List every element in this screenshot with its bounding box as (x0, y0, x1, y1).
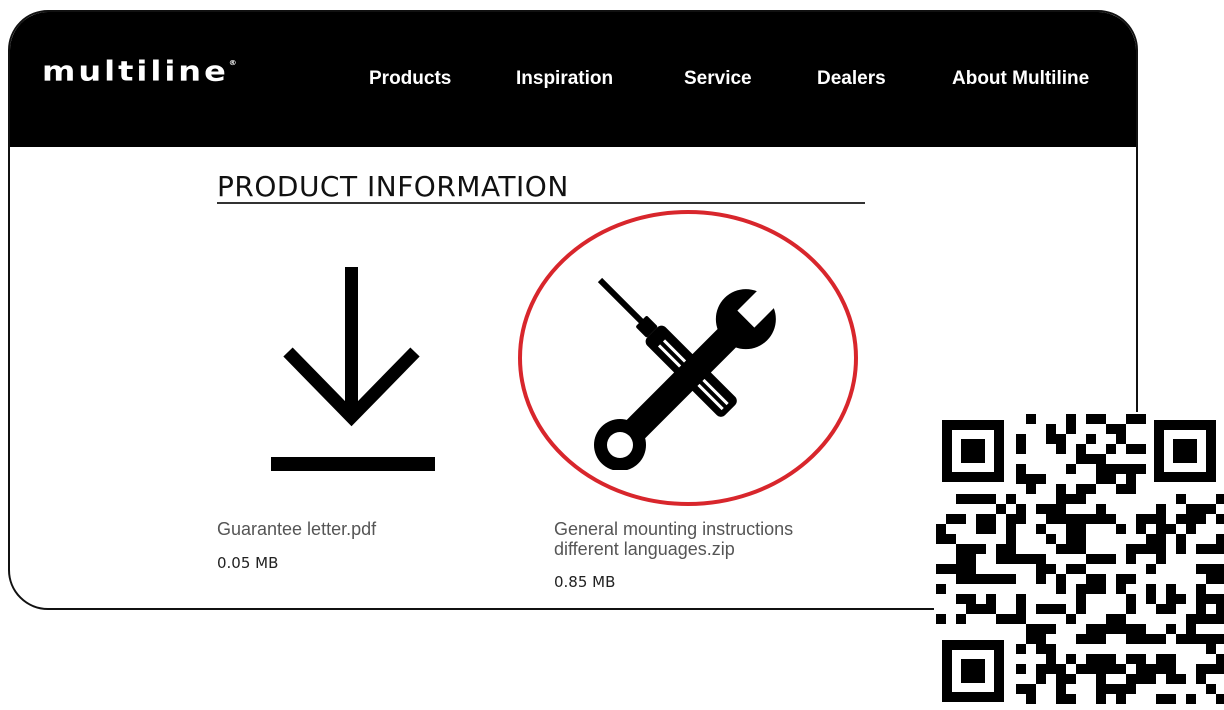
section-title: PRODUCT INFORMATION (217, 170, 569, 203)
navbar: multiline® Products Inspiration Service … (10, 12, 1136, 147)
section-divider (217, 202, 865, 204)
nav-service[interactable]: Service (684, 68, 752, 90)
file-size-mounting-instructions: 0.85 MB (554, 573, 616, 591)
download-icon[interactable] (268, 267, 438, 477)
multiline-logo[interactable]: multiline® (42, 55, 237, 87)
nav-inspiration[interactable]: Inspiration (516, 68, 613, 90)
file-size-guarantee-letter: 0.05 MB (217, 554, 279, 572)
nav-dealers[interactable]: Dealers (817, 68, 886, 90)
file-name-line1: General mounting instructions (554, 519, 794, 539)
file-name-guarantee-letter[interactable]: Guarantee letter.pdf (217, 519, 376, 539)
file-name-line2: different languages.zip (554, 539, 735, 559)
file-name-mounting-instructions[interactable]: General mounting instructions different … (554, 519, 793, 559)
nav-products[interactable]: Products (369, 68, 451, 90)
nav-about-multiline[interactable]: About Multiline (952, 68, 1089, 90)
qr-code (934, 412, 1224, 710)
highlight-circle (518, 210, 858, 506)
